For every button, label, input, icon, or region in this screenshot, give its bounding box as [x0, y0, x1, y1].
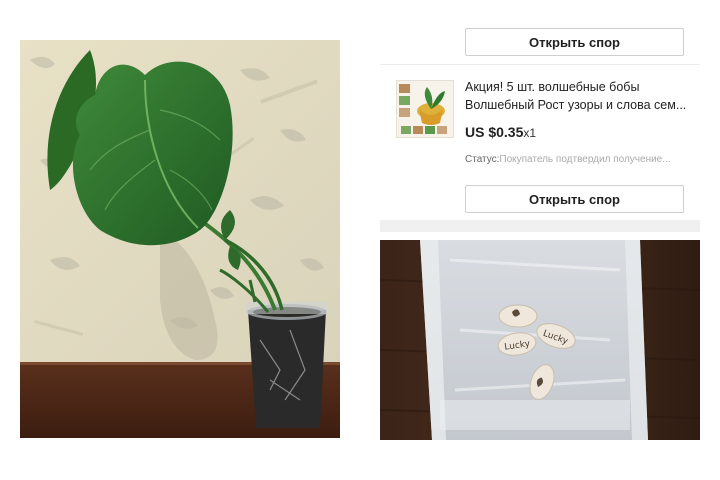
- seeds-photo-illustration: Lucky Lucky: [380, 240, 700, 440]
- section-separator: [380, 220, 700, 232]
- product-price: US $0.35: [465, 124, 524, 140]
- product-quantity: x1: [523, 126, 537, 140]
- product-title[interactable]: Акция! 5 шт. волшебные бобы Волшебный Ро…: [465, 78, 690, 114]
- review-photo-seeds[interactable]: Lucky Lucky: [380, 240, 700, 440]
- seed-1: [498, 304, 538, 328]
- status-value: Покупатель подтвердил получение...: [499, 154, 671, 165]
- divider: [380, 64, 700, 65]
- status-label: Статус:: [465, 154, 500, 165]
- order-status: Статус:Покупатель подтвердил получение..…: [465, 154, 690, 165]
- product-thumbnail[interactable]: [396, 80, 454, 138]
- price-row: US $0.35x1: [465, 124, 536, 140]
- product-thumbnail-image: [397, 81, 453, 137]
- plant-photo-illustration: [20, 40, 340, 438]
- product-title-line-2: Волшебный Рост узоры и слова сем...: [465, 98, 687, 112]
- open-dispute-button-2[interactable]: Открыть спор: [465, 185, 684, 213]
- review-photo-plant[interactable]: [20, 40, 340, 438]
- order-panel: Открыть спор Акция! 5 шт. волшебные бобы…: [380, 0, 700, 232]
- open-dispute-button[interactable]: Открыть спор: [465, 28, 684, 56]
- product-title-line-1: Акция! 5 шт. волшебные бобы: [465, 80, 640, 94]
